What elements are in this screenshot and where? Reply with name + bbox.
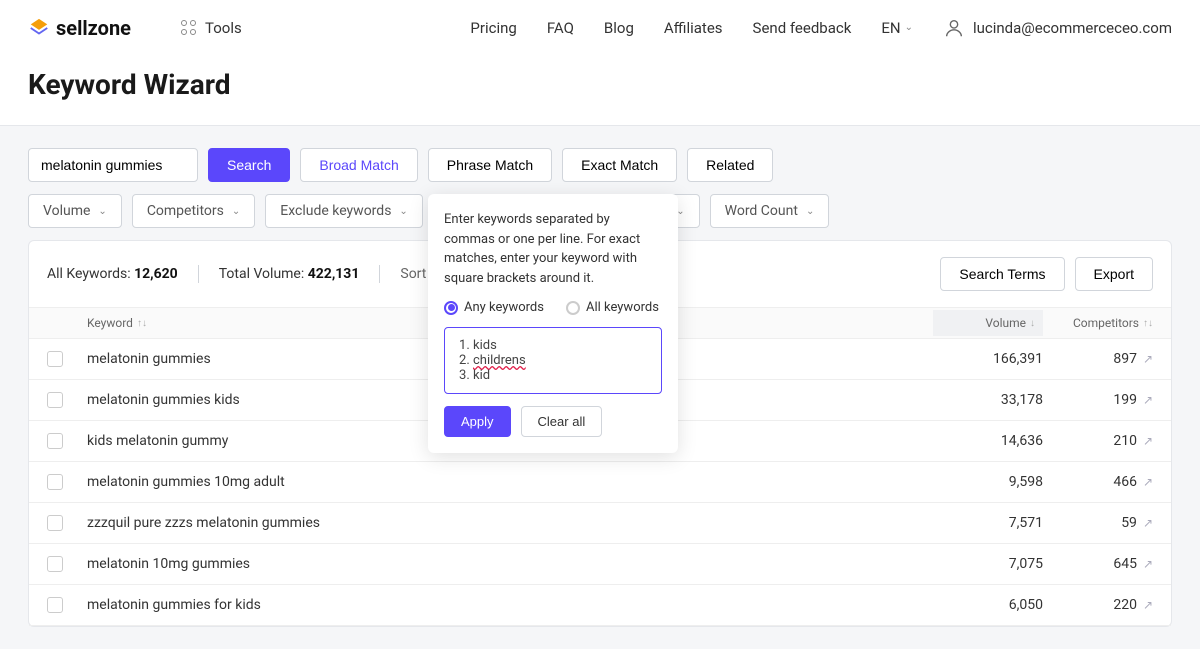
- page-title: Keyword Wizard: [28, 68, 1172, 101]
- sort-down-icon: ↓: [1030, 318, 1035, 329]
- apply-button[interactable]: Apply: [444, 406, 511, 437]
- row-checkbox[interactable]: [47, 474, 63, 490]
- radio-dot-icon: [444, 301, 458, 315]
- radio-any-keywords[interactable]: Any keywords: [444, 300, 544, 315]
- card-actions: Search Terms Export: [940, 257, 1153, 291]
- brand-logo[interactable]: sellzone: [28, 16, 131, 40]
- search-row: Search Broad Match Phrase Match Exact Ma…: [28, 148, 1172, 182]
- sort-icon: ↑↓: [1143, 318, 1153, 329]
- row-checkbox[interactable]: [47, 351, 63, 367]
- row-checkbox[interactable]: [47, 433, 63, 449]
- external-link-icon: ↗: [1143, 557, 1153, 571]
- nav-right: Pricing FAQ Blog Affiliates Send feedbac…: [470, 17, 1172, 39]
- radio-all-keywords[interactable]: All keywords: [566, 300, 659, 315]
- row-checkbox[interactable]: [47, 392, 63, 408]
- competitors-cell[interactable]: 199↗: [1043, 392, 1153, 408]
- row-checkbox[interactable]: [47, 556, 63, 572]
- total-volume-stat: Total Volume: 422,131: [219, 266, 360, 282]
- competitors-cell[interactable]: 220↗: [1043, 597, 1153, 613]
- tab-phrase-match[interactable]: Phrase Match: [428, 148, 552, 182]
- nav-pricing[interactable]: Pricing: [470, 19, 516, 37]
- chevron-down-icon: ⌄: [399, 206, 407, 217]
- nav-affiliates[interactable]: Affiliates: [664, 19, 723, 37]
- volume-cell: 7,075: [933, 556, 1043, 572]
- external-link-icon: ↗: [1143, 352, 1153, 366]
- user-icon: [943, 17, 965, 39]
- export-button[interactable]: Export: [1075, 257, 1153, 291]
- divider: [198, 265, 199, 283]
- external-link-icon: ↗: [1143, 598, 1153, 612]
- volume-cell: 33,178: [933, 392, 1043, 408]
- nav-blog[interactable]: Blog: [604, 19, 634, 37]
- grid-icon: [181, 20, 197, 36]
- chevron-down-icon: ⌄: [905, 22, 913, 33]
- keyword-line: kids: [473, 338, 649, 353]
- divider: [379, 265, 380, 283]
- popover-hint: Enter keywords separated by commas or on…: [444, 210, 662, 288]
- search-terms-button[interactable]: Search Terms: [940, 257, 1064, 291]
- competitors-cell[interactable]: 645↗: [1043, 556, 1153, 572]
- brand-name: sellzone: [56, 16, 131, 40]
- table-row: zzzquil pure zzzs melatonin gummies7,571…: [29, 503, 1171, 544]
- tab-broad-match[interactable]: Broad Match: [300, 148, 417, 182]
- tools-link[interactable]: Tools: [181, 19, 242, 37]
- keywords-textarea[interactable]: kids childrens kid: [444, 327, 662, 394]
- filter-exclude-keywords[interactable]: Exclude keywords⌄: [265, 194, 423, 228]
- table-row: melatonin 10mg gummies7,075645↗: [29, 544, 1171, 585]
- clear-all-button[interactable]: Clear all: [521, 406, 603, 437]
- filter-competitors[interactable]: Competitors⌄: [132, 194, 255, 228]
- all-keywords-stat: All Keywords: 12,620: [47, 266, 178, 282]
- volume-cell: 6,050: [933, 597, 1043, 613]
- brand-icon: [28, 17, 50, 39]
- main-content: Search Broad Match Phrase Match Exact Ma…: [0, 126, 1200, 649]
- col-competitors-header[interactable]: Competitors ↑↓: [1043, 316, 1153, 330]
- page-title-bar: Keyword Wizard: [0, 56, 1200, 126]
- volume-cell: 9,598: [933, 474, 1043, 490]
- filters-row: Volume⌄ Competitors⌄ Exclude keywords⌄ I…: [28, 194, 1172, 228]
- chevron-down-icon: ⌄: [806, 206, 814, 217]
- nav-feedback[interactable]: Send feedback: [753, 19, 852, 37]
- user-menu[interactable]: lucinda@ecommerceceo.com: [943, 17, 1172, 39]
- keyword-mode-radios: Any keywords All keywords: [444, 300, 662, 315]
- competitors-cell[interactable]: 466↗: [1043, 474, 1153, 490]
- col-volume-header[interactable]: Volume ↓: [933, 310, 1043, 336]
- sort-icon: ↑↓: [137, 318, 147, 329]
- filter-volume[interactable]: Volume⌄: [28, 194, 122, 228]
- filter-word-count[interactable]: Word Count⌄: [710, 194, 830, 228]
- nav-faq[interactable]: FAQ: [547, 19, 574, 37]
- external-link-icon: ↗: [1143, 393, 1153, 407]
- competitors-cell[interactable]: 897↗: [1043, 351, 1153, 367]
- external-link-icon: ↗: [1143, 475, 1153, 489]
- competitors-cell[interactable]: 210↗: [1043, 433, 1153, 449]
- tab-exact-match[interactable]: Exact Match: [562, 148, 677, 182]
- table-row: melatonin gummies for kids6,050220↗: [29, 585, 1171, 626]
- row-checkbox[interactable]: [47, 515, 63, 531]
- keyword-cell: melatonin gummies 10mg adult: [87, 474, 933, 490]
- volume-cell: 14,636: [933, 433, 1043, 449]
- row-checkbox[interactable]: [47, 597, 63, 613]
- tab-related[interactable]: Related: [687, 148, 773, 182]
- keyword-search-input[interactable]: [28, 148, 198, 182]
- include-keywords-popover: Enter keywords separated by commas or on…: [428, 194, 678, 453]
- keyword-line: kid: [473, 368, 649, 383]
- volume-cell: 166,391: [933, 351, 1043, 367]
- language-selector[interactable]: EN ⌄: [881, 19, 913, 37]
- app-header: sellzone Tools Pricing FAQ Blog Affiliat…: [0, 0, 1200, 56]
- chevron-down-icon: ⌄: [98, 206, 106, 217]
- keyword-cell: zzzquil pure zzzs melatonin gummies: [87, 515, 933, 531]
- volume-cell: 7,571: [933, 515, 1043, 531]
- popover-actions: Apply Clear all: [444, 406, 662, 437]
- external-link-icon: ↗: [1143, 516, 1153, 530]
- keyword-cell: melatonin 10mg gummies: [87, 556, 933, 572]
- chevron-down-icon: ⌄: [232, 206, 240, 217]
- radio-dot-icon: [566, 301, 580, 315]
- table-row: melatonin gummies 10mg adult9,598466↗: [29, 462, 1171, 503]
- competitors-cell[interactable]: 59↗: [1043, 515, 1153, 531]
- external-link-icon: ↗: [1143, 434, 1153, 448]
- keyword-line: childrens: [473, 353, 649, 368]
- keyword-cell: melatonin gummies for kids: [87, 597, 933, 613]
- search-button[interactable]: Search: [208, 148, 290, 182]
